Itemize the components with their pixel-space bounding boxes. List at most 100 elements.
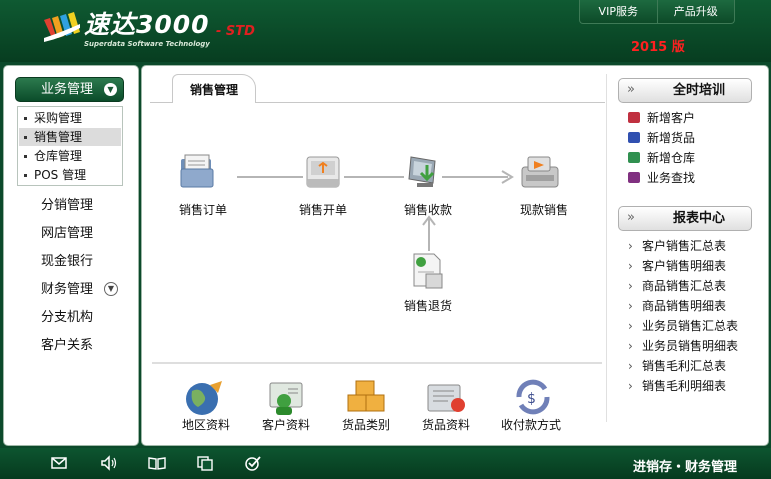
product-upgrade-button[interactable]: 产品升级 [656, 0, 735, 23]
business-header-label: 业务管理 [41, 82, 94, 97]
bullet-icon [24, 155, 27, 158]
chevron-right-icon: › [628, 359, 633, 373]
book-icon[interactable] [148, 455, 166, 471]
submenu-item-pos[interactable]: POS 管理 [19, 166, 121, 184]
sales-invoice-item[interactable] [304, 153, 346, 195]
sidebar-item-branches[interactable]: 分支机构 [41, 309, 131, 327]
report-link[interactable]: › 客户销售明细表 [628, 259, 726, 274]
training-item-new-customer[interactable]: 新增客户 [628, 111, 695, 126]
training-header[interactable]: » 全时培训 [618, 78, 752, 103]
chevron-right-icon: › [628, 259, 633, 273]
report-link[interactable]: › 销售毛利汇总表 [628, 359, 726, 374]
pos-register-icon [521, 156, 559, 188]
copy-icon[interactable] [196, 455, 214, 471]
customer-card-icon [269, 382, 303, 415]
report-link[interactable]: › 商品销售明细表 [628, 299, 726, 314]
boxes-icon [347, 380, 385, 412]
warehouse-icon [628, 152, 640, 163]
top-button-group: VIP服务 产品升级 [579, 0, 735, 24]
check-icon[interactable] [244, 455, 262, 471]
sales-invoice-label[interactable]: 销售开单 [283, 203, 363, 217]
bullet-icon [24, 117, 27, 120]
region-data-item[interactable] [182, 377, 226, 420]
customer-icon [628, 112, 640, 123]
version-year: 2015 版 [631, 40, 685, 55]
payment-method-label[interactable]: 收付款方式 [491, 418, 571, 432]
report-link[interactable]: › 销售毛利明细表 [628, 379, 726, 394]
document-box-icon [413, 253, 443, 289]
double-chevron-right-icon: » [627, 210, 635, 225]
submenu-item-purchase[interactable]: 采购管理 [19, 109, 121, 127]
sidebar-item-distribution[interactable]: 分销管理 [41, 197, 131, 215]
report-link[interactable]: › 商品销售汇总表 [628, 279, 726, 294]
brand-title: 速达3000 [84, 10, 210, 39]
flow-arrow-right-icon [442, 170, 514, 184]
submenu-item-warehouse[interactable]: 仓库管理 [19, 147, 121, 165]
bullet-icon [24, 136, 27, 139]
search-icon [628, 172, 640, 183]
goods-category-item[interactable] [344, 377, 388, 420]
flow-connector [237, 176, 303, 178]
cash-sale-label[interactable]: 现款销售 [504, 203, 584, 217]
mail-icon[interactable] [50, 455, 68, 471]
training-title: 全时培训 [672, 83, 725, 98]
sales-collection-label[interactable]: 销售收款 [388, 203, 468, 217]
brand-logo-icon [44, 12, 80, 42]
bullet-icon [24, 174, 27, 177]
report-link[interactable]: › 客户销售汇总表 [628, 239, 726, 254]
sales-return-label[interactable]: 销售退货 [388, 299, 468, 313]
customer-data-label[interactable]: 客户资料 [246, 418, 326, 432]
sales-collection-item[interactable] [405, 153, 447, 195]
submenu-item-sales[interactable]: 销售管理 [19, 128, 121, 146]
chevron-right-icon: › [628, 279, 633, 293]
business-management-header[interactable]: 业务管理 ▼ [15, 77, 124, 102]
payment-cycle-icon: $ [516, 379, 550, 415]
report-center-title: 报表中心 [672, 211, 725, 226]
chevron-down-icon: ▼ [104, 83, 117, 96]
report-link[interactable]: › 业务员销售明细表 [628, 339, 738, 354]
footer-title: 进销存・财务管理 [633, 460, 738, 475]
chevron-right-icon: › [628, 239, 633, 253]
customer-data-item[interactable] [264, 377, 308, 420]
training-item-business-search[interactable]: 业务查找 [628, 171, 695, 186]
double-chevron-right-icon: » [627, 82, 635, 97]
double-chevron-down-icon[interactable]: ▼ [104, 282, 118, 296]
flow-connector [344, 176, 404, 178]
globe-icon [186, 381, 222, 415]
report-link[interactable]: › 业务员销售汇总表 [628, 319, 738, 334]
sales-order-item[interactable] [178, 153, 220, 195]
chevron-right-icon: › [628, 319, 633, 333]
goods-data-item[interactable] [424, 377, 468, 420]
goods-list-icon [427, 384, 465, 412]
section-divider [152, 362, 602, 364]
training-item-new-goods[interactable]: 新增货品 [628, 131, 695, 146]
sidebar-item-cash-bank[interactable]: 现金银行 [41, 253, 131, 271]
brand-subtitle: Superdata Software Technology [84, 40, 210, 48]
tab-sales-management[interactable]: 销售管理 [172, 74, 256, 103]
payment-method-item[interactable]: $ [511, 377, 555, 420]
svg-text:$: $ [527, 391, 536, 407]
chevron-right-icon: › [628, 379, 633, 393]
speaker-icon[interactable] [100, 455, 118, 471]
training-item-new-warehouse[interactable]: 新增仓库 [628, 151, 695, 166]
folder-document-icon [180, 154, 214, 188]
business-submenu: 采购管理 销售管理 仓库管理 POS 管理 [17, 106, 123, 186]
goods-icon [628, 132, 640, 143]
sidebar-item-online-store[interactable]: 网店管理 [41, 225, 131, 243]
sidebar-item-customer-relations[interactable]: 客户关系 [41, 337, 131, 355]
vip-service-button[interactable]: VIP服务 [580, 0, 657, 23]
sales-order-label[interactable]: 销售订单 [163, 203, 243, 217]
sales-return-item[interactable] [408, 252, 448, 294]
edition-label: - STD [216, 24, 255, 39]
chevron-right-icon: › [628, 299, 633, 313]
region-data-label[interactable]: 地区资料 [166, 418, 246, 432]
sidebar-item-finance[interactable]: 财务管理 [41, 281, 101, 299]
usb-document-icon [306, 156, 340, 188]
goods-data-label[interactable]: 货品资料 [406, 418, 486, 432]
monitor-download-icon [408, 156, 436, 187]
report-center-header[interactable]: » 报表中心 [618, 206, 752, 231]
flow-arrow-up-icon [422, 215, 436, 251]
chevron-right-icon: › [628, 339, 633, 353]
goods-category-label[interactable]: 货品类别 [326, 418, 406, 432]
cash-sale-item[interactable] [518, 153, 562, 195]
